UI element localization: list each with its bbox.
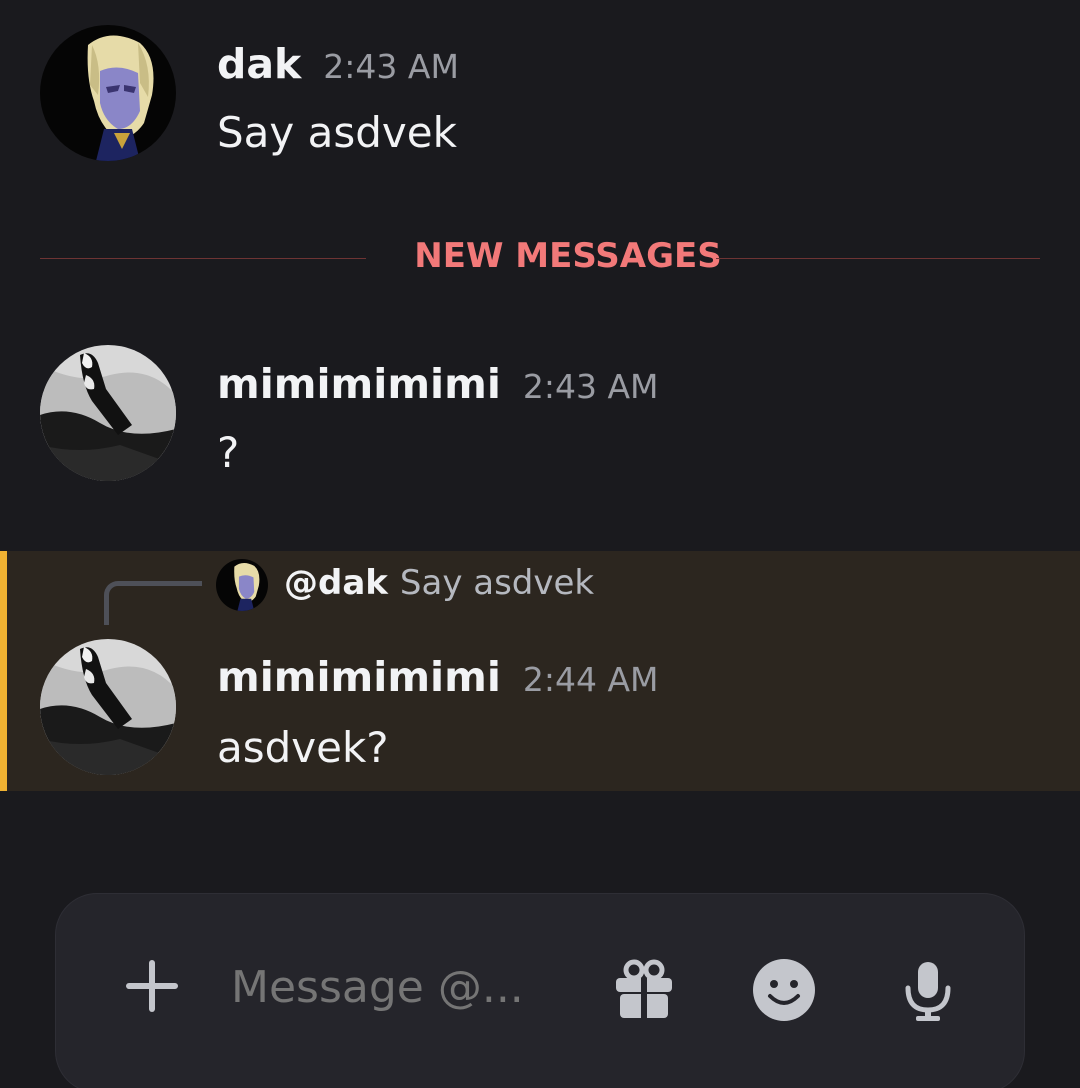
author-name[interactable]: dak 2:43 AM [217, 40, 459, 88]
reply-connector [104, 581, 202, 625]
reply-mention[interactable]: @dak [284, 563, 388, 603]
avatar[interactable] [40, 345, 176, 481]
message-text: asdvek? [217, 723, 389, 772]
reply-preview[interactable]: Say asdvek [400, 563, 594, 603]
author-name[interactable]: mimimimimi 2:43 AM [217, 360, 659, 408]
reply-reference[interactable]: @dak Say asdvek [284, 563, 594, 603]
author-label[interactable]: mimimimimi [217, 360, 501, 408]
monochrome-photo-avatar-icon [40, 639, 176, 775]
new-messages-divider: NEW MESSAGES [40, 236, 1040, 280]
avatar[interactable] [40, 25, 176, 161]
message-text: ? [217, 428, 240, 477]
microphone-icon[interactable] [896, 958, 960, 1022]
message-input[interactable] [231, 962, 571, 1013]
message-text: Say asdvek [217, 108, 457, 157]
divider-line [716, 258, 1040, 259]
new-messages-label: NEW MESSAGES [414, 236, 722, 276]
reply-avatar[interactable] [216, 559, 268, 611]
anime-character-avatar-icon [40, 25, 176, 161]
author-name[interactable]: mimimimimi 2:44 AM [217, 653, 659, 701]
gift-icon[interactable] [612, 958, 676, 1022]
anime-character-avatar-icon [216, 559, 268, 611]
message-item: dak 2:43 AM Say asdvek [0, 0, 1080, 200]
message-composer [55, 893, 1025, 1088]
message-item: mimimimimi 2:43 AM ? [0, 330, 1080, 530]
author-label[interactable]: dak [217, 40, 301, 88]
avatar[interactable] [40, 639, 176, 775]
mention-highlight-message[interactable]: @dak Say asdvek mimimimimi 2:44 AM asdvek? [0, 551, 1080, 791]
divider-line [40, 258, 366, 259]
plus-icon[interactable] [122, 956, 182, 1016]
monochrome-photo-avatar-icon [40, 345, 176, 481]
mention-bar [0, 551, 7, 791]
timestamp: 2:43 AM [522, 367, 659, 406]
timestamp: 2:43 AM [323, 47, 459, 86]
author-label[interactable]: mimimimimi [217, 653, 501, 701]
chat-view: dak 2:43 AM Say asdvek NEW MESSAGES mimim… [0, 0, 1080, 1088]
emoji-icon[interactable] [752, 958, 816, 1022]
timestamp: 2:44 AM [522, 660, 659, 699]
